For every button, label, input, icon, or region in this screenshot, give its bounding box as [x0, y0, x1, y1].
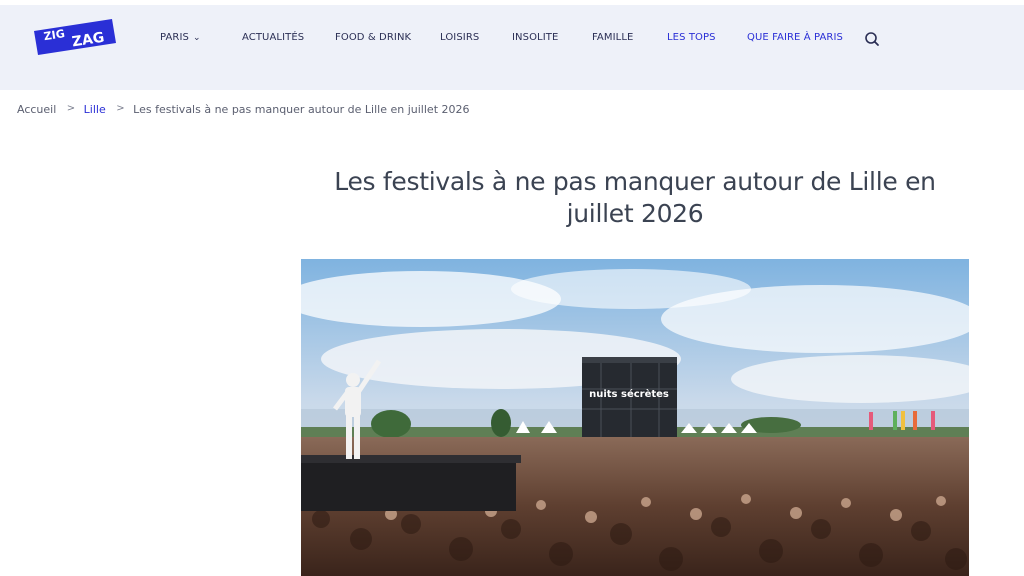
nav-item-insolite[interactable]: INSOLITE	[512, 32, 558, 43]
breadcrumb-separator: >	[116, 103, 125, 114]
nav-item-actualites[interactable]: ACTUALITÉS	[242, 32, 304, 43]
festival-photo: nuits sécrètes	[301, 259, 969, 576]
breadcrumb-current: Les festivals à ne pas manquer autour de…	[133, 103, 470, 116]
nav-item-food-drink[interactable]: FOOD & DRINK	[335, 32, 411, 43]
zigzag-logo[interactable]: ZIG ZAG	[32, 17, 118, 57]
nav-item-paris[interactable]: PARIS ⌄	[160, 32, 201, 43]
site-header: ZIG ZAG PARIS ⌄ ACTUALITÉS FOOD & DRINK L…	[0, 0, 1024, 90]
nav-item-loisirs[interactable]: LOISIRS	[440, 32, 479, 43]
nav-item-label: PARIS	[160, 32, 189, 43]
hero-image: nuits sécrètes	[301, 259, 969, 576]
breadcrumb: Accueil > Lille > Les festivals à ne pas…	[17, 103, 470, 117]
nav-item-que-faire-a-paris[interactable]: QUE FAIRE À PARIS	[747, 32, 843, 43]
breadcrumb-home[interactable]: Accueil	[17, 103, 56, 116]
search-icon[interactable]	[864, 31, 880, 47]
page-title: Les festivals à ne pas manquer autour de…	[334, 167, 936, 228]
breadcrumb-separator: >	[66, 103, 76, 114]
nav-item-les-tops[interactable]: LES TOPS	[667, 32, 716, 43]
chevron-down-icon: ⌄	[192, 33, 201, 43]
breadcrumb-section[interactable]: Lille	[84, 103, 106, 116]
nav-item-famille[interactable]: FAMILLE	[592, 32, 633, 43]
zigzag-logo-mark: ZIG ZAG	[34, 19, 116, 55]
stage-sign: nuits sécrètes	[589, 388, 669, 400]
